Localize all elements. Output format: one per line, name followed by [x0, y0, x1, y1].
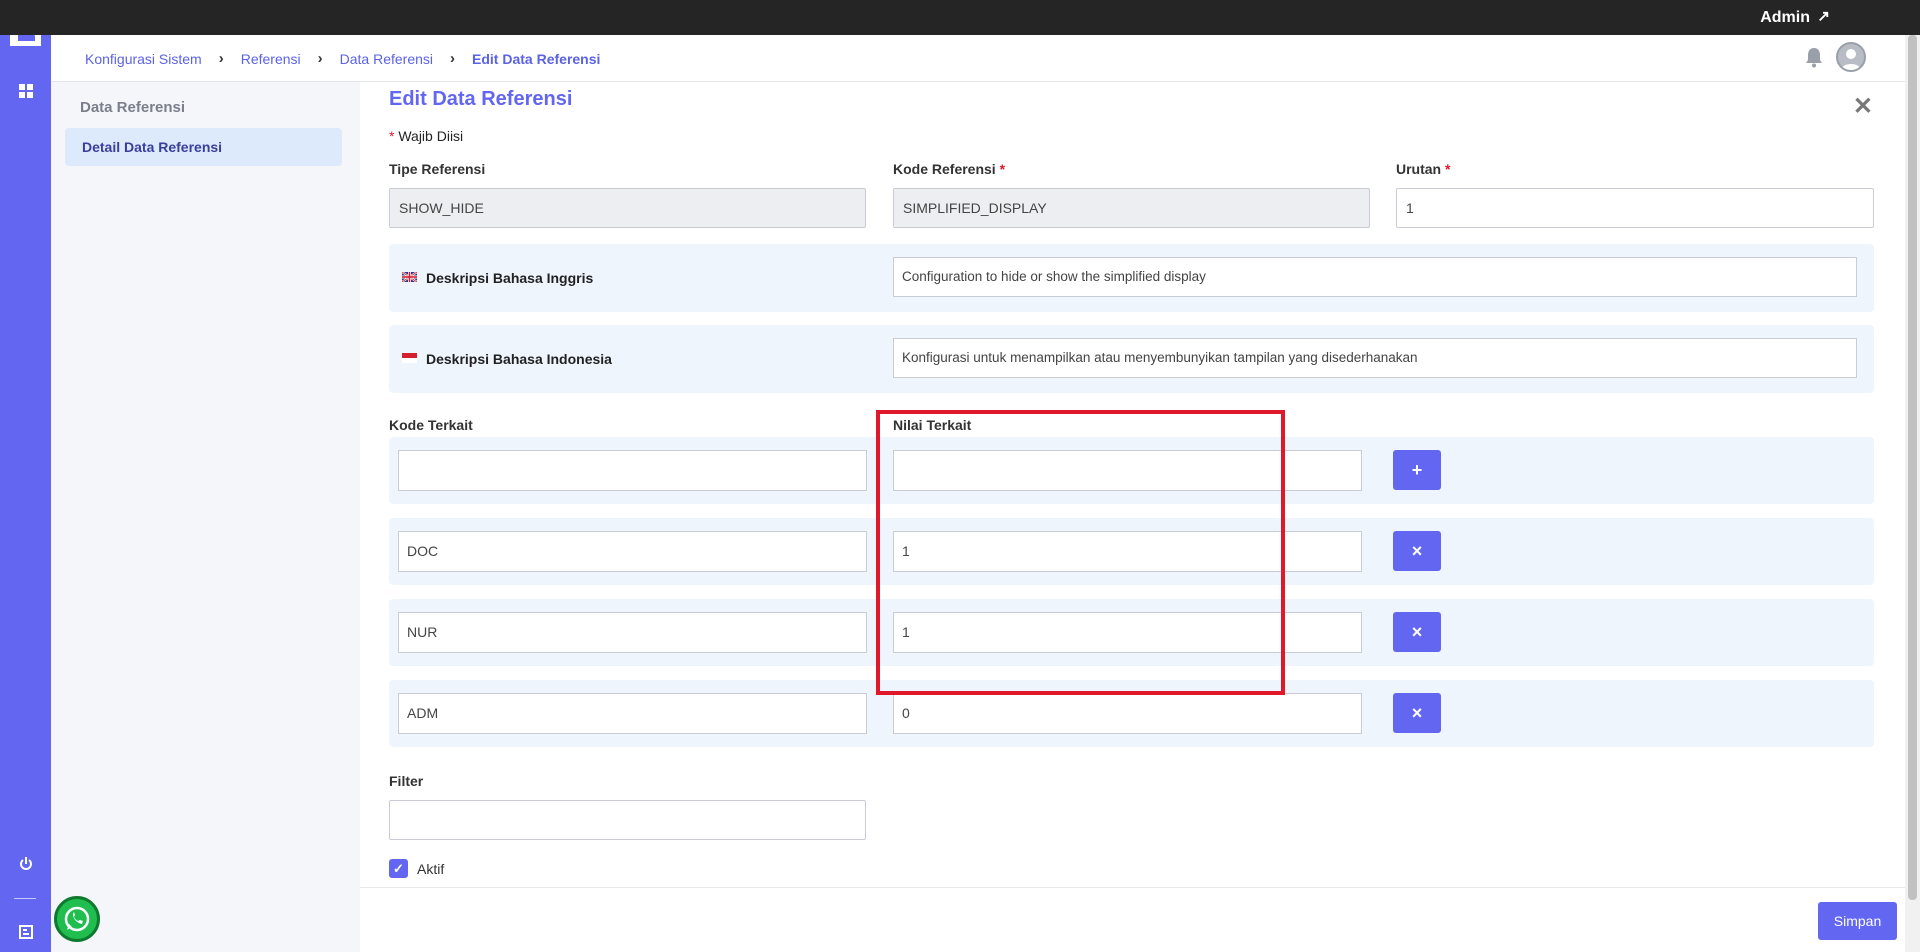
kode-terkait-input[interactable]: ADM — [398, 693, 867, 734]
remove-row-button[interactable]: × — [1393, 612, 1441, 652]
avatar[interactable] — [1836, 42, 1866, 72]
tipe-referensi-label: Tipe Referensi — [389, 161, 486, 177]
save-button[interactable]: Simpan — [1818, 902, 1897, 940]
desc-en-input[interactable]: Configuration to hide or show the simpli… — [893, 257, 1857, 297]
tipe-referensi-field: SHOW_HIDE — [389, 188, 866, 228]
whatsapp-icon[interactable] — [54, 896, 100, 942]
side-nav: Data Referensi Detail Data Referensi — [51, 82, 360, 952]
breadcrumb-referensi[interactable]: Referensi — [241, 51, 301, 67]
nilai-terkait-input[interactable]: 1 — [893, 612, 1362, 653]
desc-id-input[interactable]: Konfigurasi untuk menampilkan atau menye… — [893, 338, 1857, 378]
desc-en-band: Deskripsi Bahasa Inggris Configuration t… — [389, 244, 1874, 312]
chevron-right-icon: › — [218, 50, 224, 67]
rail-divider — [14, 898, 36, 899]
close-icon[interactable]: ✕ — [1853, 92, 1873, 121]
chevron-right-icon: › — [450, 50, 456, 67]
power-icon[interactable] — [17, 857, 35, 874]
bell-icon[interactable] — [1805, 46, 1823, 68]
kode-terkait-input[interactable]: DOC — [398, 531, 867, 572]
nilai-terkait-input[interactable]: 1 — [893, 531, 1362, 572]
form-footer: Simpan — [360, 887, 1905, 952]
related-row: + — [389, 437, 1874, 504]
user-menu[interactable]: Admin — [1760, 9, 1810, 27]
required-note: * Wajib Diisi — [389, 128, 464, 144]
breadcrumb-konfigurasi-sistem[interactable]: Konfigurasi Sistem — [85, 51, 202, 67]
kode-terkait-input[interactable] — [398, 450, 867, 491]
breadcrumb-data-referensi[interactable]: Data Referensi — [340, 51, 433, 67]
remove-row-button[interactable]: × — [1393, 531, 1441, 571]
uk-flag-icon — [402, 272, 417, 282]
indonesia-flag-icon — [402, 353, 417, 363]
remove-row-button[interactable]: × — [1393, 693, 1441, 733]
aktif-label: Aktif — [417, 861, 445, 877]
kode-referensi-field: SIMPLIFIED_DISPLAY — [893, 188, 1370, 228]
breadcrumb-bar: Konfigurasi Sistem › Referensi › Data Re… — [51, 35, 1905, 82]
kode-terkait-label: Kode Terkait — [389, 417, 473, 433]
desc-id-band: Deskripsi Bahasa Indonesia Konfigurasi u… — [389, 325, 1874, 393]
grid-icon[interactable] — [17, 84, 35, 101]
scrollbar-thumb[interactable] — [1908, 35, 1917, 900]
page-title: Edit Data Referensi — [389, 88, 573, 110]
left-rail — [0, 0, 51, 952]
external-link-icon[interactable]: ↗ — [1817, 7, 1830, 25]
desc-en-label: Deskripsi Bahasa Inggris — [426, 270, 594, 286]
nilai-terkait-label: Nilai Terkait — [893, 417, 972, 433]
breadcrumb-current: Edit Data Referensi — [472, 50, 601, 67]
filter-input[interactable] — [389, 800, 866, 840]
urutan-input[interactable]: 1 — [1396, 188, 1874, 228]
add-row-button[interactable]: + — [1393, 450, 1441, 490]
document-icon[interactable] — [17, 925, 35, 942]
filter-label: Filter — [389, 773, 424, 789]
sidenav-item-detail-data-referensi[interactable]: Detail Data Referensi — [65, 128, 342, 166]
nilai-terkait-input[interactable]: 0 — [893, 693, 1362, 734]
desc-id-label: Deskripsi Bahasa Indonesia — [426, 351, 612, 367]
breadcrumb: Konfigurasi Sistem › Referensi › Data Re… — [85, 50, 600, 67]
kode-referensi-label: Kode Referensi * — [893, 161, 1006, 177]
chevron-right-icon: › — [317, 50, 323, 67]
related-row: DOC 1 × — [389, 518, 1874, 585]
urutan-label: Urutan * — [1396, 161, 1451, 177]
main-form: Edit Data Referensi ✕ * Wajib Diisi Tipe… — [360, 82, 1905, 952]
aktif-checkbox[interactable]: ✓ — [389, 859, 408, 878]
related-row: NUR 1 × — [389, 599, 1874, 666]
related-row: ADM 0 × — [389, 680, 1874, 747]
scrollbar[interactable] — [1905, 35, 1920, 952]
sidenav-heading: Data Referensi — [80, 99, 186, 116]
top-bar: Admin ↗ — [0, 0, 1920, 35]
nilai-terkait-input[interactable] — [893, 450, 1362, 491]
kode-terkait-input[interactable]: NUR — [398, 612, 867, 653]
